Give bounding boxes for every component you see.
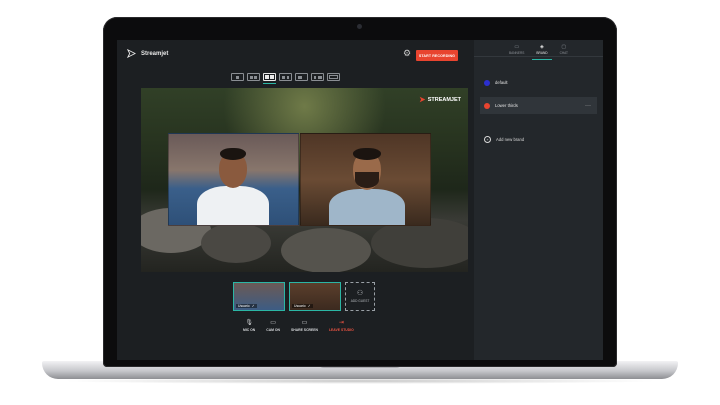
participant-thumbnail[interactable]: Usuario ✓ [289, 282, 341, 311]
mic-label: MIC ON [243, 328, 256, 332]
share-screen-button[interactable]: ▭ SHARE SCREEN [291, 320, 318, 332]
check-icon: ✓ [307, 304, 311, 308]
brand-icon: ◈ [540, 44, 544, 50]
brand-item[interactable]: Lower thirds ··· [480, 97, 597, 114]
sidebar-tabs: ▭ BANNERS ◈ BRAND ▢ CHAT [474, 40, 603, 60]
start-recording-button[interactable]: START RECORDING [416, 50, 458, 61]
webcam-dot [357, 24, 362, 29]
layout-fullscreen-icon[interactable] [327, 73, 340, 81]
participant-feed [300, 133, 431, 226]
streamjet-logo-icon [127, 49, 136, 58]
participant-thumbnails: Usuario ✓ Usuario ✓ ⚇ ADD GUEST [233, 282, 375, 311]
brand-color-swatch [484, 102, 490, 109]
stage-rock [281, 228, 371, 272]
leave-studio-button[interactable]: ⇥ LEAVE STUDIO [329, 320, 354, 332]
stage-brand-text: STREAMJET [427, 96, 461, 103]
app-logo: Streamjet [127, 49, 168, 58]
add-person-icon: ⚇ [356, 290, 364, 297]
camera-icon: ▭ [270, 320, 276, 326]
studio-controls: 🎙︎ MIC ON ▭ CAM ON ▭ SHARE SCREEN ⇥ LEAV… [243, 320, 354, 332]
participant-thumbnail[interactable]: Usuario ✓ [233, 282, 285, 311]
add-guest-label: ADD GUEST [350, 299, 370, 303]
tab-label: CHAT [559, 51, 569, 55]
tab-label: BANNERS [508, 51, 525, 55]
laptop-lid: Streamjet ⚙ START RECORDING STREAMJET Us… [103, 17, 617, 367]
participant-body [329, 189, 405, 225]
more-options-icon[interactable]: ··· [585, 103, 591, 109]
laptop-screen: Streamjet ⚙ START RECORDING STREAMJET Us… [117, 40, 603, 360]
participant-hair [353, 148, 381, 160]
thumbnail-label: Usuario ✓ [236, 304, 257, 308]
banner-icon: ▭ [514, 44, 520, 50]
brand-name: default [495, 80, 508, 85]
layout-pip-icon[interactable] [295, 73, 308, 81]
exit-icon: ⇥ [338, 320, 344, 326]
layout-single-icon[interactable] [231, 73, 244, 81]
participant-hair [220, 148, 246, 160]
thumbnail-label: Usuario ✓ [292, 304, 313, 308]
layout-side-by-side-icon[interactable] [263, 73, 276, 84]
layout-split-icon[interactable] [311, 73, 324, 81]
tab-label: BRAND [536, 51, 548, 55]
check-icon: ✓ [251, 304, 255, 308]
participant-name: Usuario [238, 304, 250, 308]
tab-banners[interactable]: ▭ BANNERS [509, 45, 524, 56]
add-guest-button[interactable]: ⚇ ADD GUEST [345, 282, 375, 311]
streamjet-logo-icon [419, 96, 425, 103]
layout-selector [231, 73, 340, 84]
studio-main: Streamjet ⚙ START RECORDING STREAMJET Us… [117, 40, 474, 360]
layout-duo-icon[interactable] [279, 73, 292, 81]
stage-brand-overlay: STREAMJET [419, 96, 461, 103]
tab-chat[interactable]: ▢ CHAT [560, 45, 568, 56]
add-brand-label: Add new brand [496, 137, 525, 142]
mic-button[interactable]: 🎙︎ MIC ON [243, 320, 255, 332]
stage-preview: STREAMJET [141, 88, 468, 272]
brand-color-swatch [484, 79, 490, 86]
share-screen-label: SHARE SCREEN [291, 328, 318, 332]
stage-rock [201, 223, 271, 263]
chat-icon: ▢ [561, 44, 567, 50]
gear-icon[interactable]: ⚙ [402, 48, 412, 58]
add-new-brand-button[interactable]: + Add new brand [484, 136, 524, 143]
monitor-icon: ▭ [301, 320, 308, 326]
leave-studio-label: LEAVE STUDIO [328, 328, 354, 332]
participant-feed [168, 133, 299, 226]
layout-two-icon[interactable] [247, 73, 260, 81]
app-name: Streamjet [141, 50, 169, 57]
cam-label: CAM ON [266, 328, 280, 332]
plus-circle-icon: + [484, 136, 491, 143]
participant-beard [355, 172, 379, 188]
tab-brand[interactable]: ◈ BRAND [532, 44, 552, 60]
brand-item[interactable]: default [480, 74, 597, 91]
participant-body [197, 186, 269, 225]
microphone-icon: 🎙︎ [245, 320, 253, 326]
cam-button[interactable]: ▭ CAM ON [266, 320, 280, 332]
participant-name: Usuario [294, 304, 306, 308]
brand-name: Lower thirds [495, 103, 518, 108]
sidebar: ▭ BANNERS ◈ BRAND ▢ CHAT default Lower t… [474, 40, 603, 360]
